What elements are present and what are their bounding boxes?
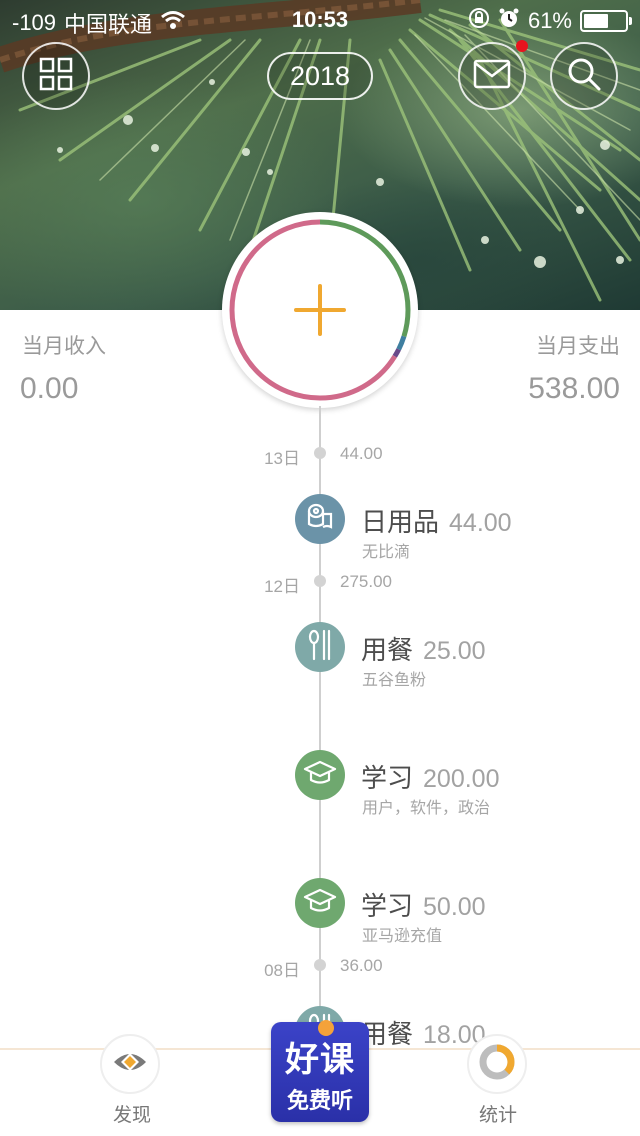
record-item[interactable]: 学习 50.00 xyxy=(361,886,486,923)
category-badge[interactable] xyxy=(295,622,345,672)
battery-percent: 61% xyxy=(527,8,572,33)
record-note: 用户，软件，政治 xyxy=(362,800,491,817)
day-total: 44.00 xyxy=(340,444,383,463)
record-item[interactable]: 用餐 18.00 xyxy=(361,1014,486,1051)
day-dot xyxy=(314,575,326,587)
discover-tab[interactable] xyxy=(100,1034,160,1094)
record-item[interactable]: 用餐 25.00 xyxy=(361,630,486,667)
mail-icon xyxy=(473,59,511,94)
messages-button[interactable] xyxy=(458,42,526,110)
day-date: 08日 xyxy=(264,961,300,980)
category-badge[interactable] xyxy=(295,750,345,800)
record-amount: 25.00 xyxy=(423,637,486,665)
grid-icon xyxy=(39,57,73,96)
record-amount: 200.00 xyxy=(423,765,500,793)
promo-title: 好课 xyxy=(285,1041,355,1079)
graduation-cap-icon xyxy=(303,759,337,792)
year-selector[interactable]: 2018 xyxy=(267,52,373,100)
record-amount: 50.00 xyxy=(423,893,486,921)
alarm-icon xyxy=(498,7,520,35)
day-dot xyxy=(314,959,326,971)
record-note: 五谷鱼粉 xyxy=(362,672,427,689)
record-note: 亚马逊充值 xyxy=(362,928,443,945)
monthly-income-value: 0.00 xyxy=(20,372,79,405)
record-category: 日用品 xyxy=(361,507,440,537)
promo-subtitle: 免费听 xyxy=(286,1088,353,1113)
new-message-badge xyxy=(516,40,528,52)
day-total: 36.00 xyxy=(340,956,383,975)
statistics-tab-label[interactable]: 统计 xyxy=(458,1100,538,1127)
record-amount: 44.00 xyxy=(449,509,512,537)
record-item[interactable]: 学习 200.00 xyxy=(361,758,499,795)
record-category: 用餐 xyxy=(361,635,414,665)
category-badge[interactable] xyxy=(295,878,345,928)
monthly-expense-value: 538.00 xyxy=(528,372,620,405)
day-date: 12日 xyxy=(264,577,300,596)
promo-badge-dot xyxy=(318,1020,334,1036)
category-badge[interactable] xyxy=(295,494,345,544)
search-icon xyxy=(567,57,601,96)
discover-tab-label[interactable]: 发现 xyxy=(92,1100,172,1127)
day-dot xyxy=(314,447,326,459)
statistics-tab[interactable] xyxy=(467,1034,527,1094)
battery-icon xyxy=(580,10,632,32)
record-category: 学习 xyxy=(361,891,414,921)
graduation-cap-icon xyxy=(303,887,337,920)
monthly-expense-label: 当月支出 xyxy=(536,335,620,358)
day-date: 13日 xyxy=(264,449,300,468)
menu-button[interactable] xyxy=(22,42,90,110)
monthly-income-label: 当月收入 xyxy=(22,335,106,358)
pie-chart-icon xyxy=(477,1042,517,1087)
record-item[interactable]: 日用品 44.00 xyxy=(361,502,512,539)
free-course-promo[interactable]: 好课 免费听 xyxy=(271,1022,369,1122)
add-record-button[interactable] xyxy=(222,212,418,408)
search-button[interactable] xyxy=(550,42,618,110)
utensils-icon xyxy=(305,629,335,666)
status-bar: -109 中国联通 10:53 61% xyxy=(0,0,640,40)
record-note: 无比滴 xyxy=(362,544,411,561)
day-total: 275.00 xyxy=(340,572,392,591)
toilet-paper-icon xyxy=(305,502,335,537)
record-category: 学习 xyxy=(361,763,414,793)
eye-icon xyxy=(110,1042,150,1087)
rotation-lock-icon xyxy=(468,7,490,35)
